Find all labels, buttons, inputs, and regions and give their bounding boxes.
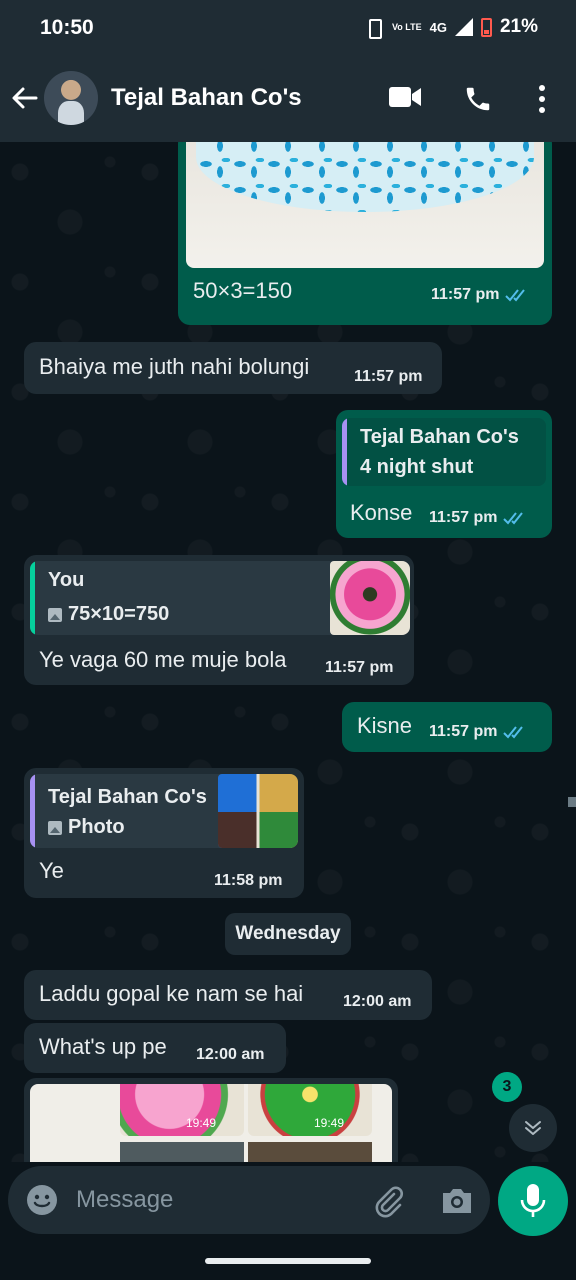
quoted-message[interactable]: You 75×10=750 <box>30 561 410 635</box>
status-icons: Vo LTE 4G 21% <box>364 16 538 39</box>
quote-text: Photo <box>48 816 125 839</box>
message-bubble-outgoing[interactable]: Kisne 11:57 pm <box>342 702 552 752</box>
quote-bar <box>342 418 347 486</box>
message-bubble-incoming[interactable]: Tejal Bahan Co's Photo Ye 11:58 pm <box>24 768 304 898</box>
message-meta: 11:57 pm <box>431 286 531 304</box>
quote-bar <box>30 774 35 848</box>
photo-time: 19:49 <box>185 1116 216 1130</box>
message-photo[interactable] <box>186 142 544 268</box>
attach-icon[interactable] <box>372 1184 406 1218</box>
vibrate-icon <box>364 18 384 39</box>
voice-call-icon[interactable] <box>463 84 493 114</box>
thumbnail-lower <box>218 812 298 848</box>
chat-header: Tejal Bahan Co's <box>0 56 576 142</box>
quote-author: Tejal Bahan Co's <box>48 786 207 808</box>
message-bubble-outgoing[interactable]: 50×3=150 11:57 pm <box>178 142 552 325</box>
status-bar: 10:50 Vo LTE 4G 21% <box>0 0 576 56</box>
quote-caption: Photo <box>68 816 125 838</box>
photo-cell <box>248 1142 372 1162</box>
chat-area[interactable]: 50×3=150 11:57 pm Bhaiya me juth nahi bo… <box>0 142 576 1162</box>
quote-thumbnail <box>330 561 410 635</box>
home-indicator[interactable] <box>205 1258 371 1264</box>
quote-author: Tejal Bahan Co's <box>360 426 519 448</box>
message-time: 11:57 pm <box>354 368 423 385</box>
message-text: Konse <box>350 500 413 525</box>
battery-icon <box>480 17 492 37</box>
chevron-down-icon <box>525 1121 541 1135</box>
message-time: 11:58 pm <box>214 872 283 889</box>
read-ticks-icon <box>505 289 526 302</box>
message-time: 12:00 am <box>343 993 412 1010</box>
more-options-icon[interactable] <box>536 84 548 114</box>
microphone-icon <box>520 1184 546 1217</box>
date-divider: Wednesday <box>225 913 351 955</box>
quote-caption: 75×10=750 <box>68 603 170 625</box>
message-text: 50×3=150 <box>193 278 293 303</box>
message-time: 11:57 pm <box>325 659 394 676</box>
voice-message-button[interactable] <box>498 1166 568 1236</box>
network-type: 4G <box>429 19 447 35</box>
message-meta: 11:57 pm <box>429 723 529 741</box>
unread-count-badge: 3 <box>492 1072 522 1102</box>
message-time: 11:57 pm <box>429 509 498 526</box>
read-ticks-icon <box>503 512 524 525</box>
message-text: Ye vaga 60 me muje bola <box>39 647 287 672</box>
quote-author: You <box>48 569 85 591</box>
message-text: Bhaiya me juth nahi bolungi <box>39 354 310 379</box>
contact-name[interactable]: Tejal Bahan Co's <box>111 84 302 112</box>
message-composer[interactable]: Message <box>8 1166 490 1234</box>
photo-cell: 19:49 <box>248 1084 372 1136</box>
message-time: 11:57 pm <box>429 723 498 740</box>
quoted-message[interactable]: Tejal Bahan Co's Photo <box>30 774 298 848</box>
image-icon <box>48 820 62 835</box>
avatar[interactable] <box>44 71 98 125</box>
volte-icon: Vo LTE <box>391 21 422 32</box>
battery-level: 21% <box>499 16 538 37</box>
scroll-indicator <box>568 797 576 807</box>
signal-icon <box>454 18 473 36</box>
message-bubble-incoming[interactable]: What's up pe 12:00 am <box>24 1023 286 1073</box>
image-icon <box>48 607 62 622</box>
status-time: 10:50 <box>40 16 94 39</box>
emoji-icon[interactable] <box>26 1184 58 1216</box>
read-ticks-icon <box>503 726 524 739</box>
message-photo[interactable]: 19:49 19:49 <box>30 1084 392 1162</box>
quote-text: 4 night shut <box>360 456 474 478</box>
message-bubble-incoming[interactable]: You 75×10=750 Ye vaga 60 me muje bola 11… <box>24 555 414 685</box>
video-call-icon[interactable] <box>388 84 422 110</box>
message-text: Laddu gopal ke nam se hai <box>39 981 304 1006</box>
scroll-to-bottom-button[interactable] <box>509 1104 557 1152</box>
quote-thumbnail <box>218 774 298 848</box>
photo-content <box>196 142 534 212</box>
quoted-message[interactable]: Tejal Bahan Co's 4 night shut <box>342 418 546 486</box>
quote-bar <box>30 561 35 635</box>
message-bubble-incoming[interactable]: 19:49 19:49 <box>24 1078 398 1162</box>
message-meta: 11:57 pm <box>429 509 529 527</box>
message-time: 12:00 am <box>196 1046 265 1063</box>
back-arrow-icon[interactable] <box>8 82 40 114</box>
photo-time: 19:49 <box>313 1116 344 1130</box>
quote-text: 75×10=750 <box>48 603 169 626</box>
message-input[interactable]: Message <box>76 1186 173 1214</box>
message-text: What's up pe <box>39 1034 167 1059</box>
message-bubble-outgoing[interactable]: Tejal Bahan Co's 4 night shut Konse 11:5… <box>336 410 552 538</box>
photo-cell: 19:49 <box>120 1084 244 1136</box>
message-text: Ye <box>39 858 64 883</box>
photo-cell <box>120 1142 244 1162</box>
message-text: Kisne <box>357 713 413 738</box>
message-bubble-incoming[interactable]: Bhaiya me juth nahi bolungi 11:57 pm <box>24 342 442 394</box>
message-bubble-incoming[interactable]: Laddu gopal ke nam se hai 12:00 am <box>24 970 432 1020</box>
camera-icon[interactable] <box>440 1184 474 1216</box>
message-time: 11:57 pm <box>431 286 500 303</box>
